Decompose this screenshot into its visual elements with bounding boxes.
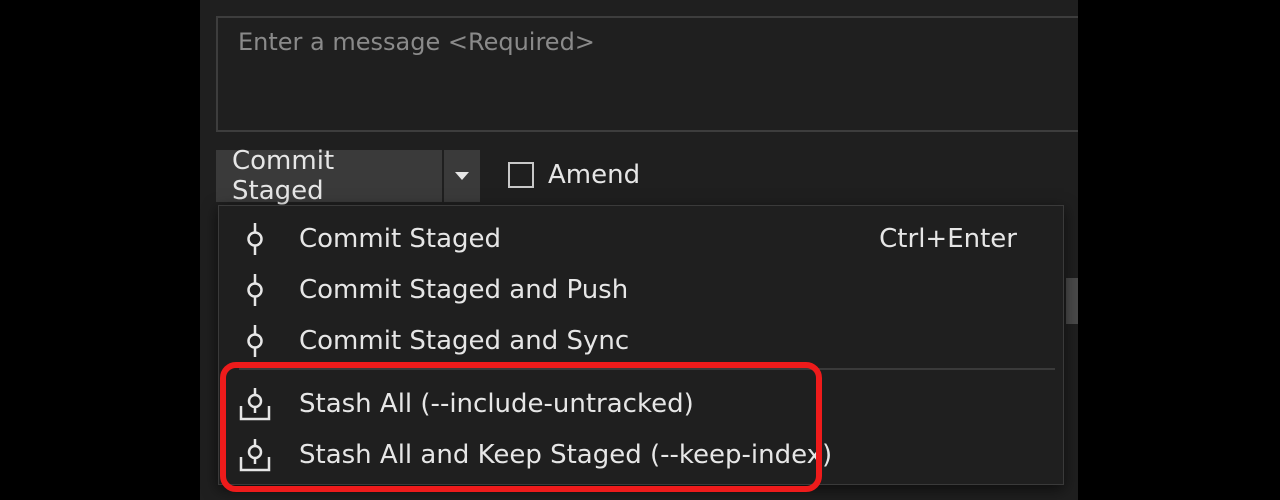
menu-separator bbox=[239, 368, 1055, 370]
commit-split-button: Commit Staged bbox=[216, 146, 480, 206]
menu-item-commit-staged-sync[interactable]: Commit Staged and Sync bbox=[219, 316, 1063, 366]
commit-icon bbox=[237, 323, 273, 359]
amend-checkbox-box[interactable] bbox=[508, 162, 534, 188]
stash-icon bbox=[237, 437, 273, 473]
commit-message-box bbox=[216, 16, 1078, 132]
menu-item-label: Stash All and Keep Staged (--keep-index) bbox=[299, 440, 833, 470]
menu-item-label: Commit Staged and Sync bbox=[299, 326, 630, 356]
amend-label: Amend bbox=[548, 160, 641, 190]
menu-item-stash-all-keep-staged[interactable]: Stash All and Keep Staged (--keep-index) bbox=[219, 430, 1063, 480]
commit-icon bbox=[237, 221, 273, 257]
menu-item-stash-all[interactable]: Stash All (--include-untracked) bbox=[219, 379, 1063, 429]
commit-message-input[interactable] bbox=[218, 18, 1078, 130]
commit-dropdown-menu: Commit Staged Ctrl+Enter Commit Staged a… bbox=[218, 205, 1064, 485]
commit-dropdown-button[interactable] bbox=[442, 150, 480, 202]
chevron-down-icon bbox=[455, 172, 469, 180]
git-changes-panel: Commit Staged Amend Commit Staged Ctrl+E… bbox=[200, 0, 1078, 500]
menu-item-label: Commit Staged and Push bbox=[299, 275, 629, 305]
menu-item-shortcut: Ctrl+Enter bbox=[879, 224, 1017, 254]
commit-staged-button-label: Commit Staged bbox=[232, 146, 335, 206]
menu-item-label: Stash All (--include-untracked) bbox=[299, 389, 694, 419]
commit-icon bbox=[237, 272, 273, 308]
menu-item-commit-staged[interactable]: Commit Staged Ctrl+Enter bbox=[219, 214, 1063, 264]
stash-icon bbox=[237, 386, 273, 422]
menu-item-label: Commit Staged bbox=[299, 224, 502, 254]
menu-item-commit-staged-push[interactable]: Commit Staged and Push bbox=[219, 265, 1063, 315]
commit-staged-button[interactable]: Commit Staged bbox=[216, 146, 442, 206]
amend-checkbox[interactable]: Amend bbox=[508, 160, 640, 190]
scrollbar-thumb[interactable] bbox=[1066, 278, 1078, 324]
